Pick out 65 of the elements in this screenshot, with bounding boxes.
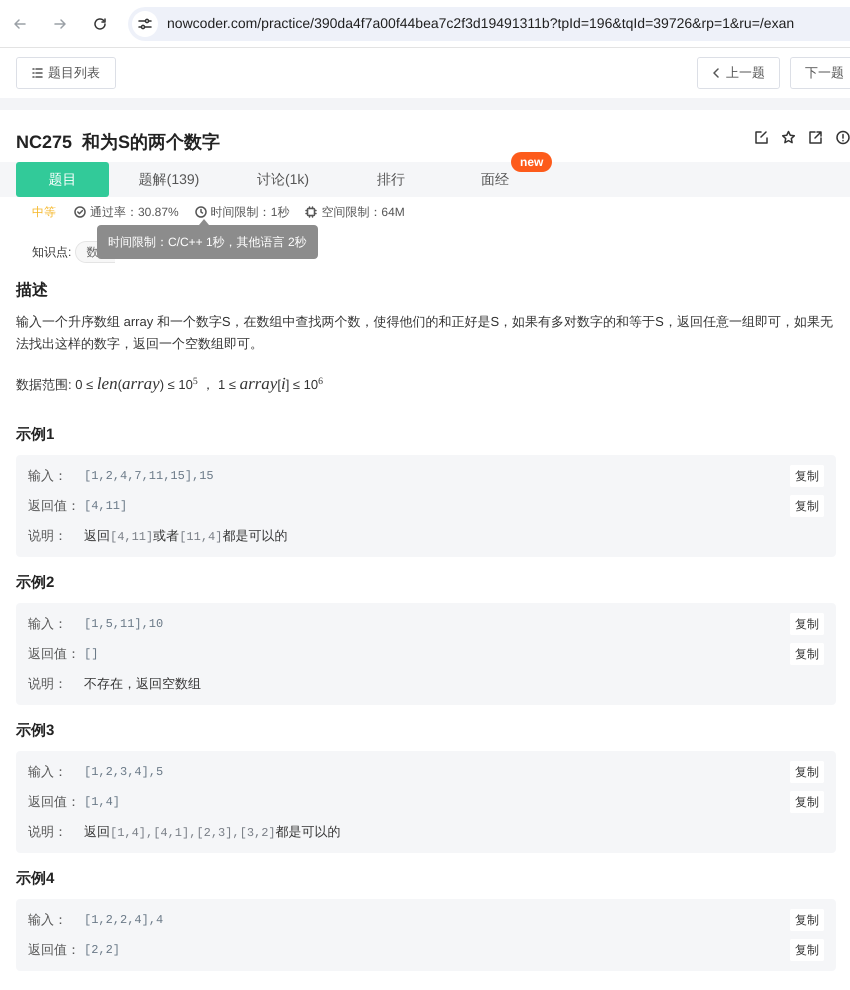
description-text: 输入一个升序数组 array 和一个数字S，在数组中查找两个数，使得他们的和正好是S，如果有多对数字的和等于S，返回任意一组即可，如果无法找出这样的数字，返回一个空数组即可。	[16, 313, 834, 353]
field-label: 输入：	[28, 910, 68, 929]
copy-button[interactable]: 复制	[790, 494, 824, 516]
share-icon[interactable]	[808, 130, 823, 145]
copy-button[interactable]: 复制	[790, 908, 824, 930]
field-label: 说明：	[28, 526, 68, 545]
field-label: 返回值：	[28, 496, 81, 515]
code-value: []	[84, 646, 98, 662]
code-value: [2,2]	[84, 942, 120, 958]
pass-rate: 通过率：30.87%	[90, 204, 179, 221]
code-value: [4,11]	[84, 498, 128, 514]
field-label: 输入：	[28, 614, 68, 633]
copy-button[interactable]: 复制	[790, 760, 824, 782]
code-value: [1,2,2,4],4	[84, 912, 164, 928]
next-button[interactable]: 下一题	[790, 57, 850, 89]
field-label: 返回值：	[28, 792, 81, 811]
time-limit: 时间限制：1秒	[210, 204, 290, 221]
tooltip: 时间限制：C/C++ 1秒，其他语言 2秒	[97, 225, 318, 259]
field-label: 输入：	[28, 466, 68, 485]
copy-button[interactable]: 复制	[790, 938, 824, 960]
field-label: 返回值：	[28, 644, 81, 663]
field-label: 说明：	[28, 674, 68, 693]
example-heading: 示例3	[16, 720, 56, 740]
data-range-text: 数据范围: 0 ≤ len(array) ≤ 10$^{5}$ ， 1 ≤ array[i] ≤ 10$^{6}$	[16, 373, 324, 395]
list-button[interactable]: 题目列表	[16, 57, 116, 89]
check-circle-icon	[74, 206, 86, 218]
new-badge: new	[511, 152, 552, 172]
difficulty-label: 中等	[32, 204, 56, 221]
reload-icon[interactable]	[92, 16, 108, 32]
memory-limit: 空间限制：64M	[321, 204, 405, 221]
example-heading: 示例2	[16, 572, 56, 592]
section-heading: 描述	[16, 280, 49, 301]
copy-button[interactable]: 复制	[790, 464, 824, 486]
chip-icon	[305, 206, 318, 218]
list-icon	[32, 68, 43, 78]
example-heading: 示例1	[16, 424, 56, 444]
previous-button[interactable]: 上一题	[697, 57, 780, 89]
url-text: nowcoder.com/practice/390da4f7a00f44bea7c2f3d19491311b?tpId=196&tqId=39726&rp=1&ru=/exan	[167, 14, 794, 33]
tab[interactable]: 讨论(1k)	[229, 162, 337, 197]
site-settings-icon	[138, 16, 152, 30]
code-value: [1,4]	[84, 794, 120, 810]
address-bar[interactable]: nowcoder.com/practice/390da4f7a00f44bea7c2f3d19491311b?tpId=196&tqId=39726&rp=1&ru=/exan	[128, 6, 850, 40]
tab[interactable]: 排行	[337, 162, 445, 197]
explanation-text: 返回[1,4],[4,1],[2,3],[3,2]都是可以的	[84, 822, 341, 842]
edit-icon[interactable]	[754, 130, 769, 145]
copy-button[interactable]: 复制	[790, 612, 824, 634]
code-value: [1,5,11],10	[84, 616, 164, 632]
example-heading: 示例4	[16, 868, 56, 888]
field-label: 返回值：	[28, 940, 81, 959]
field-label: 输入：	[28, 762, 68, 781]
clock-icon	[194, 206, 207, 218]
copy-button[interactable]: 复制	[790, 642, 824, 664]
tooltip-arrow	[199, 219, 209, 225]
tab[interactable]: 题解(139)	[109, 162, 229, 197]
star-icon[interactable]	[781, 130, 796, 145]
copy-button[interactable]: 复制	[790, 790, 824, 812]
problem-title: NC275 和为S的两个数字	[16, 131, 220, 154]
code-value: [1,2,3,4],5	[84, 764, 164, 780]
chevron-left-icon	[712, 68, 720, 78]
code-value: [1,2,4,7,11,15],15	[84, 468, 214, 484]
info-icon[interactable]	[835, 130, 850, 145]
field-label: 说明：	[28, 822, 68, 841]
knowledge-label: 知识点:	[32, 244, 72, 261]
explanation-text: 不存在，返回空数组	[84, 674, 201, 693]
explanation-text: 返回[4,11]或者[11,4]都是可以的	[84, 526, 288, 546]
